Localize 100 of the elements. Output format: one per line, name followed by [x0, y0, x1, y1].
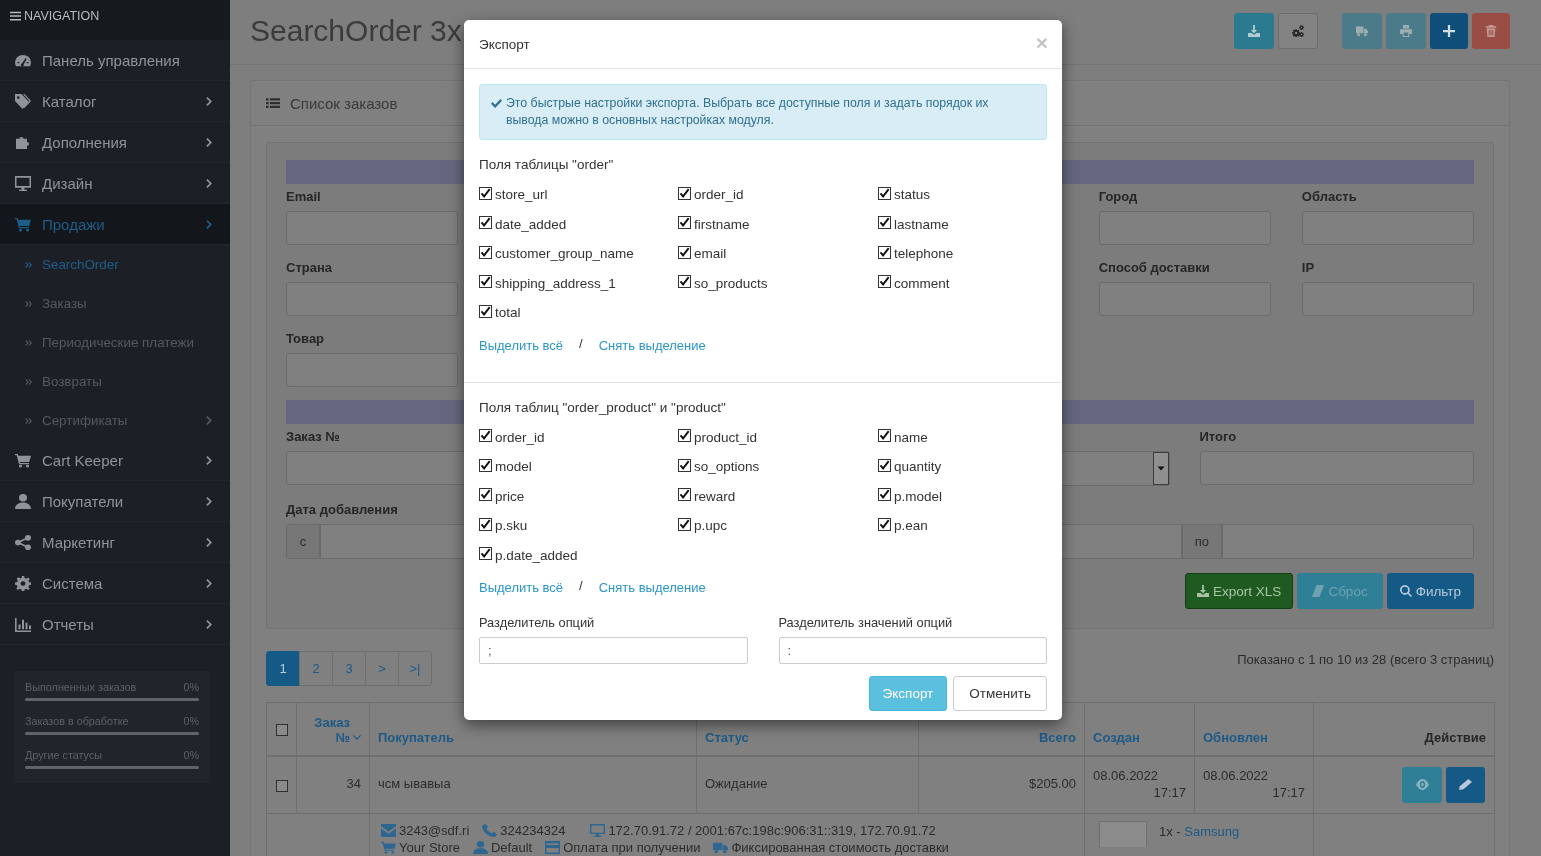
- checkbox[interactable]: [479, 275, 492, 289]
- checkbox[interactable]: [479, 429, 492, 443]
- checkbox[interactable]: [878, 186, 891, 200]
- checkbox[interactable]: [479, 245, 492, 259]
- checkbox[interactable]: [479, 458, 492, 472]
- download-button[interactable]: [1234, 13, 1274, 49]
- checkbox[interactable]: [678, 517, 691, 531]
- checkbox[interactable]: [878, 216, 891, 230]
- checkbox-label: name: [894, 429, 928, 445]
- checkbox-label: price: [495, 488, 525, 504]
- double-chevron-icon: [25, 378, 32, 385]
- deselect-all-link[interactable]: Снять выделение: [598, 338, 706, 353]
- close-button[interactable]: ×: [1035, 31, 1048, 53]
- checkbox[interactable]: [275, 779, 288, 792]
- deselect-all-link[interactable]: Снять выделение: [598, 581, 706, 595]
- reset-button[interactable]: Сброс: [1297, 573, 1383, 609]
- cancel-button[interactable]: Отменить: [953, 676, 1047, 711]
- section-heading: Поля таблицы "order": [479, 158, 614, 172]
- add-button[interactable]: [1430, 13, 1468, 49]
- double-chevron-icon: [25, 300, 32, 307]
- settings-button[interactable]: [1278, 13, 1318, 49]
- page-link[interactable]: 2: [299, 651, 333, 686]
- input-field[interactable]: :: [778, 637, 1047, 664]
- checkbox[interactable]: [678, 488, 691, 502]
- info-text: Это быстрые настройки экспорта. Выбрать все доступные поля и задать порядок их вывода можно в основных настройках модуля.: [506, 95, 990, 129]
- sidebar-item[interactable]: Продажи: [0, 204, 230, 245]
- submenu-item[interactable]: Сертификаты: [0, 401, 230, 440]
- checkbox[interactable]: [878, 517, 891, 531]
- share-icon: [15, 534, 31, 550]
- sidebar-item[interactable]: Дополнения: [0, 122, 230, 163]
- field-label: Email: [286, 190, 321, 204]
- checkbox-label: p.model: [894, 488, 943, 504]
- product-link[interactable]: Samsung: [1184, 823, 1240, 839]
- checkbox[interactable]: [479, 547, 492, 561]
- checkbox[interactable]: [878, 458, 891, 472]
- page-link[interactable]: 1: [266, 651, 300, 686]
- checkbox[interactable]: [678, 275, 691, 289]
- submenu-item[interactable]: SearchOrder: [0, 245, 230, 284]
- checkbox-label: p.ean: [894, 518, 928, 534]
- column-header[interactable]: Статус: [705, 729, 749, 745]
- phone-icon: [482, 823, 498, 837]
- checkbox[interactable]: [878, 245, 891, 259]
- sidebar-item[interactable]: Каталог: [0, 81, 230, 122]
- checkbox-label: date_added: [495, 216, 567, 232]
- checkbox[interactable]: [479, 488, 492, 502]
- checkbox[interactable]: [479, 186, 492, 200]
- input-field[interactable]: [286, 211, 459, 245]
- submenu-item[interactable]: Заказы: [0, 284, 230, 323]
- select-all-link[interactable]: Выделить всё: [479, 338, 564, 353]
- field-label: Товар: [286, 332, 325, 346]
- checkbox[interactable]: [678, 458, 691, 472]
- stat-label: Выполненных заказов: [25, 681, 137, 693]
- select-all-link[interactable]: Выделить всё: [479, 581, 564, 595]
- filter-button[interactable]: Фильтр: [1386, 573, 1474, 609]
- checkbox-label: telephone: [894, 246, 954, 262]
- sidebar-item[interactable]: Система: [0, 563, 230, 604]
- gear-icon: [15, 575, 31, 591]
- sidebar-item[interactable]: Панель управления: [0, 40, 230, 81]
- double-chevron-icon: [25, 417, 32, 424]
- detail-text: 324234324: [500, 822, 566, 838]
- checkbox[interactable]: [479, 304, 492, 318]
- checkbox[interactable]: [275, 723, 288, 736]
- checkbox[interactable]: [678, 429, 691, 443]
- checkbox-label: so_options: [694, 459, 760, 475]
- page-link[interactable]: >|: [398, 651, 432, 686]
- page-link[interactable]: >: [365, 651, 399, 686]
- detail-text: Фиксированная стоимость доставки: [731, 839, 949, 855]
- table-cell: $205.00: [918, 755, 1085, 813]
- column-header[interactable]: Обновлен: [1203, 729, 1268, 745]
- checkbox[interactable]: [678, 216, 691, 230]
- checkbox[interactable]: [678, 245, 691, 259]
- time-text: 17:17: [1152, 783, 1186, 801]
- column-header[interactable]: Всего: [1038, 729, 1076, 745]
- export-button[interactable]: Экспорт: [868, 676, 948, 711]
- submenu-item[interactable]: Периодические платежи: [0, 323, 230, 362]
- detail-text: Оплата при получении: [563, 839, 701, 855]
- checkbox[interactable]: [479, 216, 492, 230]
- date-text: 08.06.2022: [1203, 766, 1270, 784]
- edit-button[interactable]: [1446, 766, 1485, 803]
- checkbox[interactable]: [878, 488, 891, 502]
- page-link[interactable]: 3: [332, 651, 366, 686]
- input-field[interactable]: ;: [479, 637, 748, 664]
- column-header[interactable]: Покупатель: [378, 729, 454, 745]
- checkbox[interactable]: [878, 275, 891, 289]
- checkbox[interactable]: [479, 517, 492, 531]
- column-header[interactable]: Создан: [1093, 729, 1140, 745]
- checkbox[interactable]: [878, 429, 891, 443]
- export-button[interactable]: Export XLS: [1185, 573, 1294, 609]
- checkbox[interactable]: [678, 186, 691, 200]
- input-field[interactable]: [286, 353, 459, 387]
- field-label: Итого: [1199, 430, 1237, 444]
- field-label: Разделитель опций: [479, 616, 595, 630]
- dialog-title: Экспорт: [479, 36, 530, 52]
- checkbox-label: customer_group_name: [495, 246, 634, 262]
- plus-icon: [1443, 25, 1455, 37]
- input-field[interactable]: [286, 282, 459, 316]
- time-text: 17:17: [1271, 783, 1305, 801]
- sidebar-item[interactable]: Покупатели: [0, 481, 230, 522]
- submenu-item[interactable]: Возвраты: [0, 362, 230, 401]
- checkbox-label: email: [694, 246, 727, 262]
